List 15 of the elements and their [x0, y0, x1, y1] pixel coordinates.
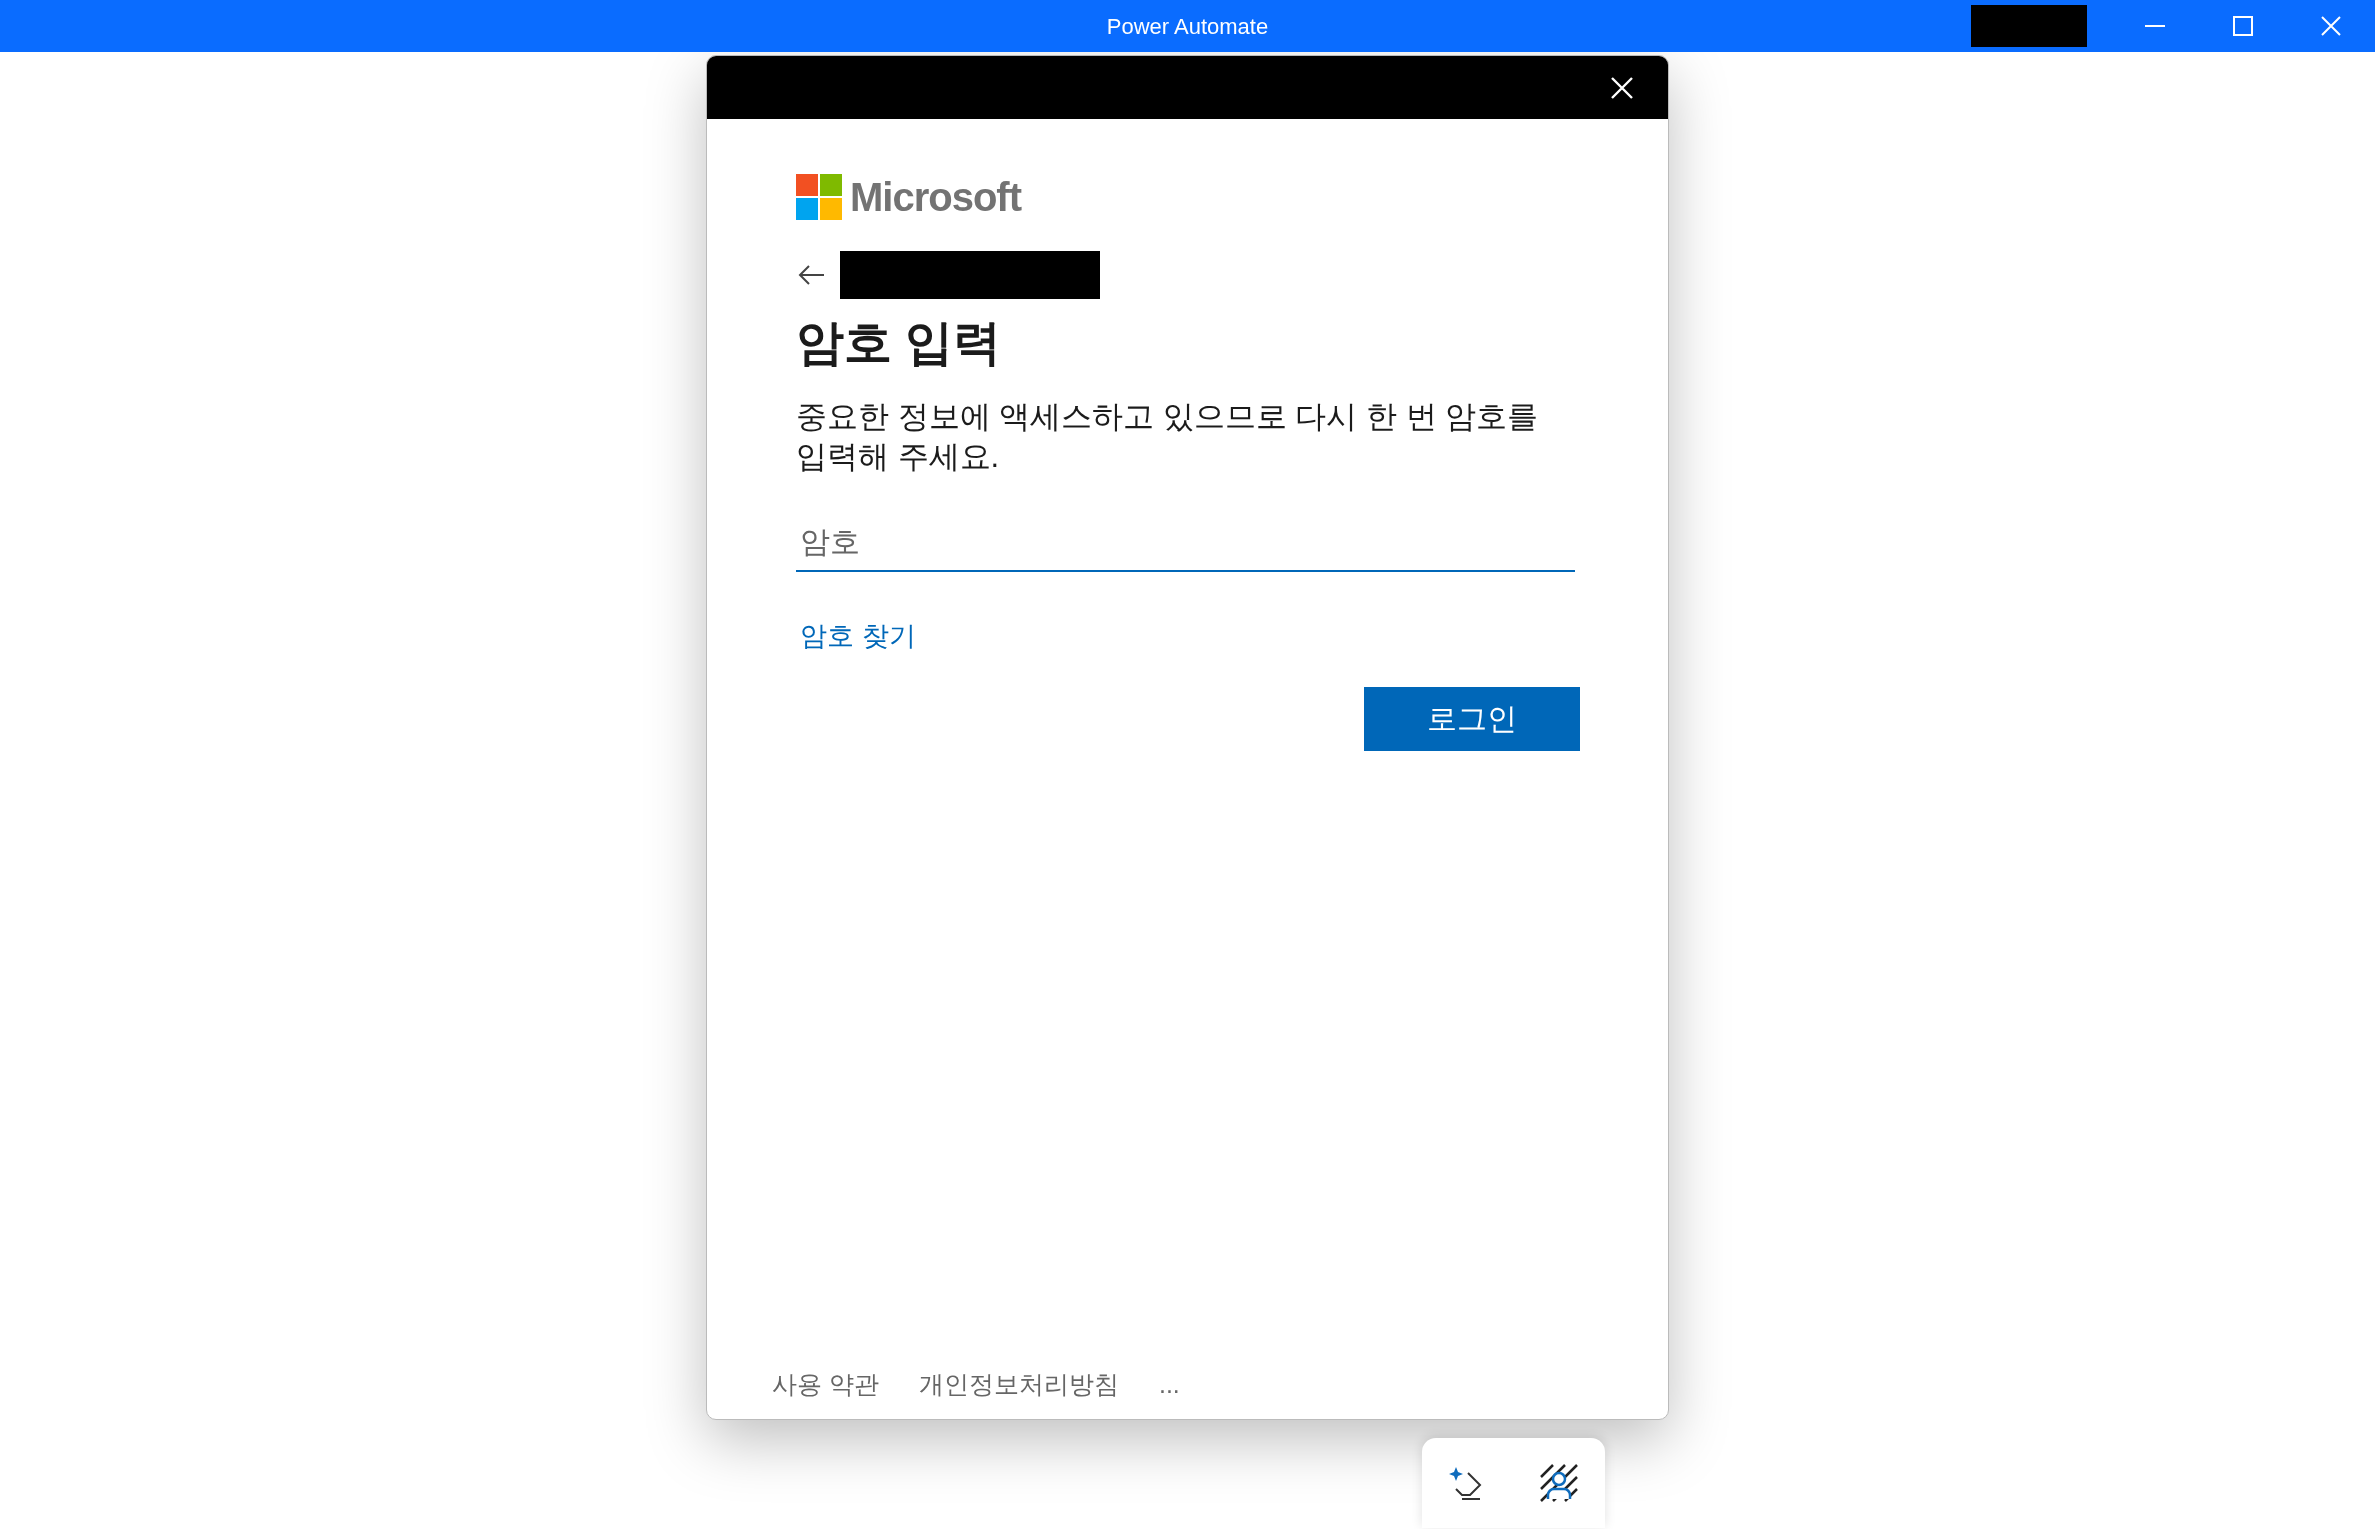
minimize-icon — [2145, 25, 2165, 27]
forgot-password-link[interactable]: 암호 찾기 — [800, 616, 916, 657]
logo-icon — [796, 174, 842, 220]
brand-name: Microsoft — [850, 174, 1021, 221]
window-title: Power Automate — [1106, 12, 1269, 41]
footer-link[interactable]: 사용 약관 — [772, 1365, 879, 1403]
maximize-icon — [2232, 15, 2254, 37]
footer-link[interactable]: ... — [1158, 1365, 1180, 1403]
sign-in-button[interactable]: 로그인 — [1364, 686, 1580, 751]
close-icon — [1610, 75, 1634, 100]
footer-link[interactable]: 개인정보처리방침 — [918, 1365, 1119, 1403]
message: 중요한 정보에 액세스하고 있으므로 다시 한 번 암호를 입력해 주세요. — [796, 398, 1540, 476]
heading: 암호 입력 — [796, 315, 1003, 371]
person-hatch-icon[interactable] — [1539, 1463, 1580, 1503]
close-icon — [2320, 15, 2342, 37]
